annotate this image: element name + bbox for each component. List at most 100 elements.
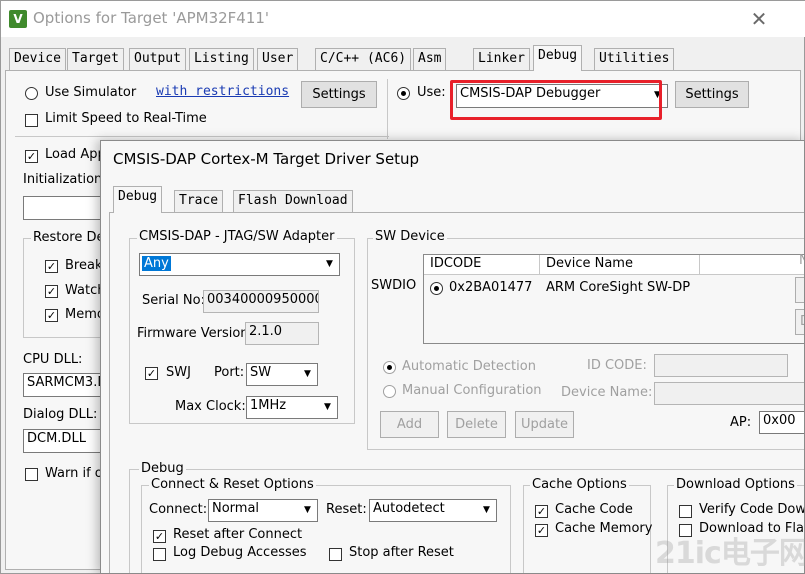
max-clock-label: Max Clock:	[175, 399, 246, 414]
tab-asm[interactable]: Asm	[413, 48, 447, 70]
cache-code-label: Cache Code	[555, 502, 633, 517]
title-bar: V Options for Target 'APM32F411' ✕	[1, 1, 805, 37]
chevron-down-icon: ▼	[304, 505, 311, 515]
separator	[15, 136, 389, 137]
serial-no-label: Serial No:	[142, 293, 205, 308]
memory-label: Memo	[65, 307, 105, 322]
initialization-file-input[interactable]	[23, 196, 103, 220]
adapter-group-title: CMSIS-DAP - JTAG/SW Adapter	[137, 229, 337, 244]
row-select-radio[interactable]	[430, 282, 443, 295]
port-select[interactable]: SW ▼	[246, 363, 318, 386]
cpu-dll-input[interactable]: SARMCM3.D	[23, 373, 103, 397]
automatic-detection-label: Automatic Detection	[402, 359, 536, 374]
connect-select-value: Normal	[212, 501, 260, 516]
edge-label-1: N	[799, 253, 804, 268]
adapter-select-value: Any	[142, 256, 171, 271]
device-name-input[interactable]	[654, 382, 804, 405]
id-code-input[interactable]	[654, 354, 788, 377]
window-title: Options for Target 'APM32F411'	[33, 9, 270, 27]
connect-select[interactable]: Normal ▼	[208, 499, 318, 522]
automatic-detection-radio[interactable]	[383, 361, 396, 374]
verify-code-checkbox[interactable]	[679, 505, 692, 518]
dialog-title: CMSIS-DAP Cortex-M Target Driver Setup	[113, 150, 420, 168]
tab-output[interactable]: Output	[129, 48, 186, 70]
firmware-version-label: Firmware Version:	[137, 326, 253, 341]
use-simulator-radio[interactable]	[25, 87, 38, 100]
adapter-select[interactable]: Any ▼	[139, 253, 340, 276]
target-driver-setup-dialog: CMSIS-DAP Cortex-M Target Driver Setup D…	[100, 140, 805, 574]
idcode-column-header[interactable]: IDCODE	[424, 255, 540, 275]
cache-code-checkbox[interactable]: ✓	[535, 505, 548, 518]
tab-utilities[interactable]: Utilities	[594, 48, 675, 70]
manual-configuration-radio[interactable]	[383, 385, 396, 398]
serial-no-input[interactable]: 0034000095000001	[203, 290, 319, 313]
firmware-version-input[interactable]: 2.1.0	[245, 322, 319, 345]
cache-options-title: Cache Options	[530, 477, 629, 492]
limit-speed-label: Limit Speed to Real-Time	[45, 111, 207, 126]
delete-button[interactable]: Delete	[447, 411, 506, 438]
port-select-value: SW	[250, 365, 272, 380]
tab-debug[interactable]: Debug	[533, 45, 583, 71]
reset-after-connect-checkbox[interactable]: ✓	[153, 530, 166, 543]
inner-tab-flash-download[interactable]: Flash Download	[233, 190, 353, 212]
manual-configuration-label: Manual Configuration	[402, 383, 542, 398]
row-device-name: ARM CoreSight SW-DP	[546, 280, 691, 295]
cache-memory-checkbox[interactable]: ✓	[535, 524, 548, 537]
log-debug-label: Log Debug Accesses	[173, 545, 307, 560]
add-button[interactable]: Add	[380, 411, 439, 438]
close-icon[interactable]: ✕	[745, 5, 773, 33]
table-row[interactable]: 0x2BA01477 ARM CoreSight SW-DP	[424, 277, 804, 299]
debugger-settings-button[interactable]: Settings	[675, 81, 749, 108]
chevron-down-icon: ▼	[326, 259, 333, 269]
edge-button-1[interactable]: I	[795, 277, 804, 303]
reset-after-connect-label: Reset after Connect	[173, 527, 303, 542]
tab-listing[interactable]: Listing	[189, 48, 254, 70]
download-options-title: Download Options	[674, 477, 797, 492]
update-button[interactable]: Update	[515, 411, 574, 438]
breakpoints-checkbox[interactable]: ✓	[45, 260, 58, 273]
device-name-label: Device Name:	[561, 385, 653, 400]
inner-tab-debug[interactable]: Debug	[113, 186, 163, 213]
column-divider	[387, 79, 388, 139]
tab-device[interactable]: Device	[9, 48, 66, 70]
row-idcode: 0x2BA01477	[449, 280, 533, 295]
use-simulator-label: Use Simulator	[45, 85, 137, 100]
tab-target[interactable]: Target	[67, 48, 124, 70]
stop-after-reset-checkbox[interactable]	[329, 548, 342, 561]
id-code-label: ID CODE:	[587, 358, 647, 373]
dialog-dll-input[interactable]: DCM.DLL	[23, 429, 103, 453]
swj-checkbox[interactable]: ✓	[145, 367, 158, 380]
keil-uvision-icon: V	[9, 10, 27, 28]
sw-device-table[interactable]: IDCODE Device Name 0x2BA01477 ARM CoreSi…	[423, 254, 804, 344]
device-name-column-header[interactable]: Device Name	[540, 255, 700, 275]
verify-code-label: Verify Code Downl	[699, 502, 805, 517]
swj-label: SWJ	[166, 365, 191, 380]
load-app-label: Load App	[45, 147, 106, 162]
max-clock-select-value: 1MHz	[250, 398, 287, 413]
inner-tab-trace[interactable]: Trace	[174, 190, 224, 212]
tab-user[interactable]: User	[257, 48, 299, 70]
memory-checkbox[interactable]: ✓	[45, 309, 58, 322]
load-app-checkbox[interactable]: ✓	[25, 150, 38, 163]
use-debugger-radio[interactable]	[397, 87, 410, 100]
warn-checkbox[interactable]	[25, 468, 38, 481]
tab-linker[interactable]: Linker	[473, 48, 530, 70]
simulator-settings-button[interactable]: Settings	[301, 81, 377, 108]
cache-memory-label: Cache Memory	[555, 521, 653, 536]
port-label: Port:	[214, 365, 245, 380]
ap-input[interactable]: 0x00	[759, 411, 804, 434]
restore-group-title: Restore Del	[31, 230, 111, 245]
limit-speed-checkbox[interactable]	[25, 114, 38, 127]
dialog-dll-label: Dialog DLL:	[23, 407, 98, 422]
watch-checkbox[interactable]: ✓	[45, 285, 58, 298]
stop-after-reset-label: Stop after Reset	[349, 545, 454, 560]
log-debug-checkbox[interactable]	[153, 548, 166, 561]
ap-label: AP:	[730, 415, 752, 430]
chevron-down-icon: ▼	[483, 505, 490, 515]
tab-cpp-ac6[interactable]: C/C++ (AC6)	[315, 48, 412, 70]
reset-select[interactable]: Autodetect ▼	[369, 499, 497, 522]
edge-button-2[interactable]: D	[795, 309, 804, 335]
max-clock-select[interactable]: 1MHz ▼	[246, 396, 338, 419]
connect-reset-title: Connect & Reset Options	[149, 477, 316, 492]
with-restrictions-link[interactable]: with restrictions	[156, 84, 289, 99]
